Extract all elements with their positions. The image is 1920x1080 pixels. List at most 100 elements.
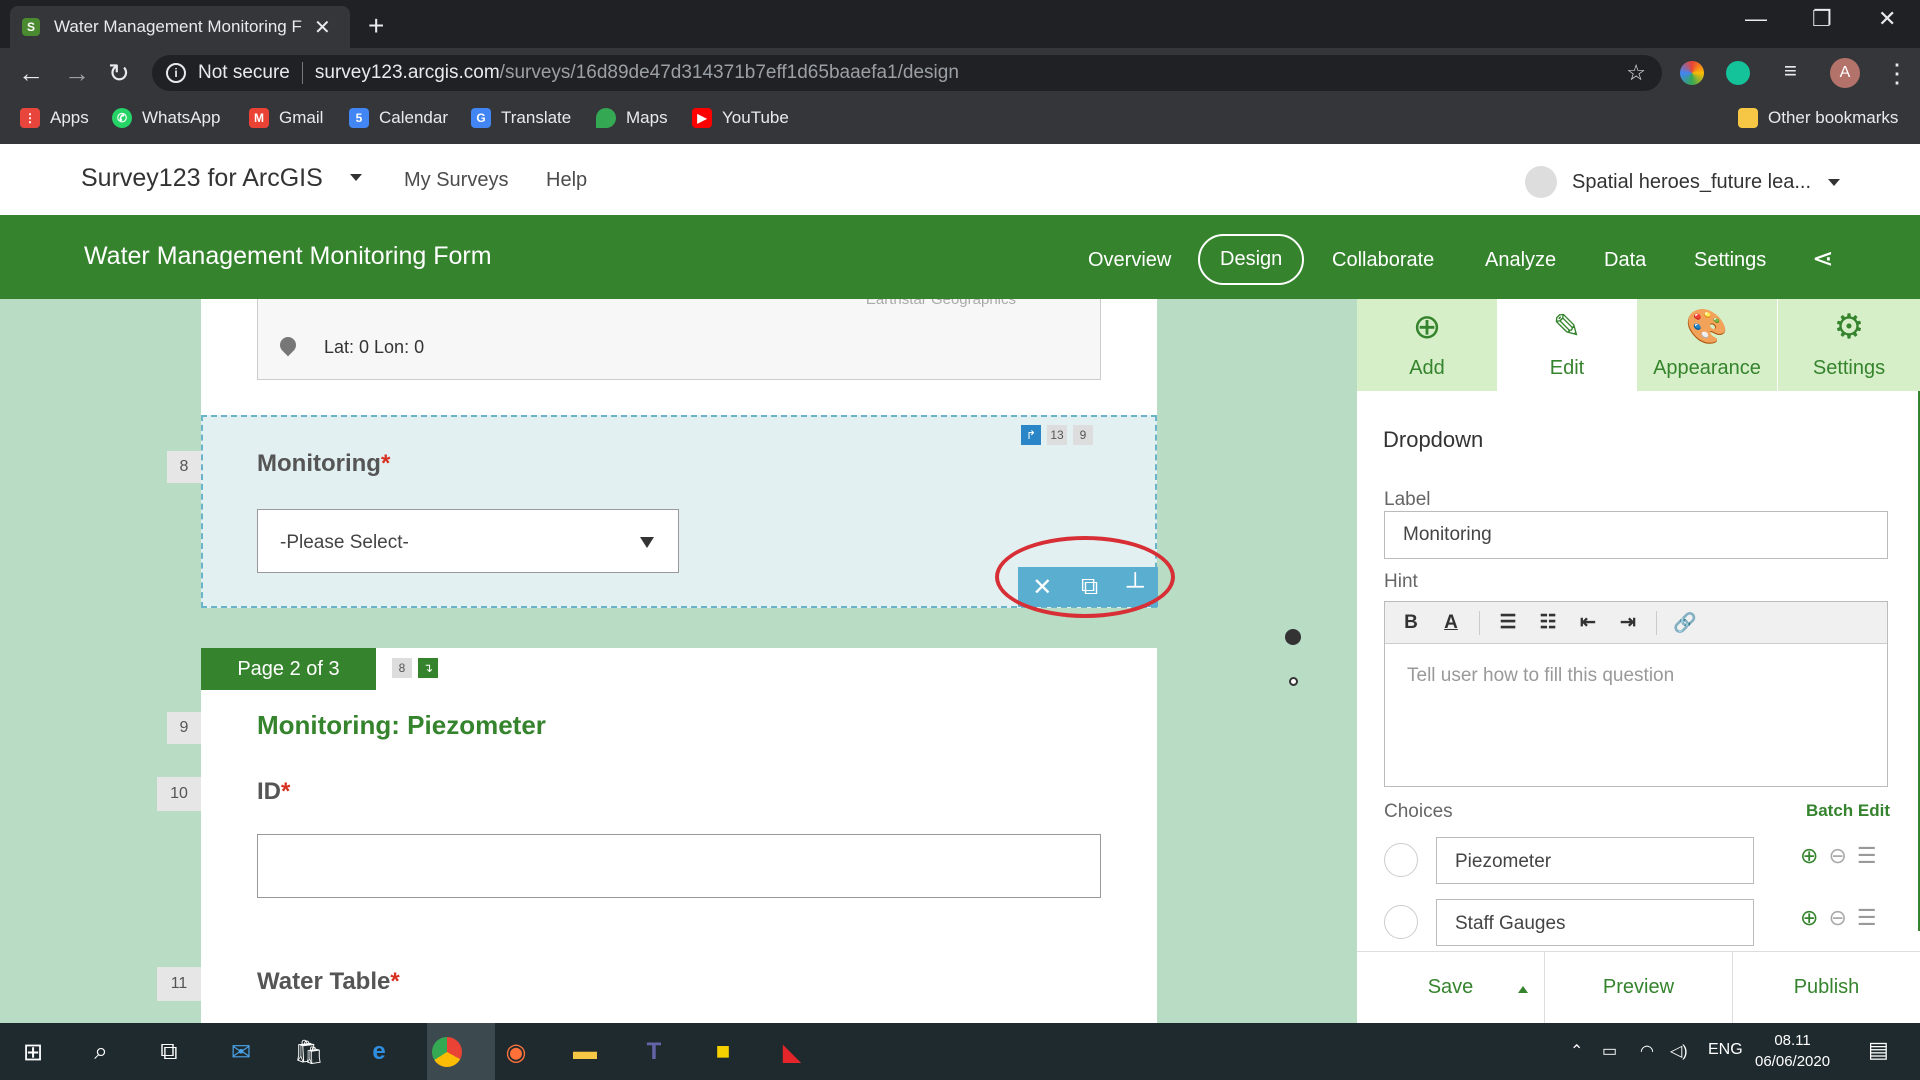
grammarly-extension-icon[interactable] [1726,61,1750,85]
pencil-icon: ✎ [1552,308,1582,346]
language-indicator[interactable]: ENG [1708,1041,1743,1059]
user-name[interactable]: Spatial heroes_future lea... [1572,171,1811,194]
store-icon[interactable]: 🛍 [290,1033,328,1071]
bookmark-calendar[interactable]: 5 Calendar [349,108,448,128]
hint-editor[interactable]: B A ☰ ☷ ⇤ ⇥ 🔗 Tell user how to fill this… [1384,601,1888,787]
user-avatar[interactable] [1525,166,1557,198]
brand-caret-down-icon[interactable] [350,174,362,181]
chrome-icon[interactable] [428,1033,466,1071]
question-badges: ↱ 13 9 [1021,425,1093,445]
panel-tab-add[interactable]: ⊕ Add [1357,299,1497,391]
remove-choice-icon[interactable]: ⊖ [1828,843,1846,869]
tab-data[interactable]: Data [1604,249,1646,272]
forward-icon[interactable]: → [64,58,90,89]
id-text-input[interactable] [257,834,1101,898]
indent-icon[interactable]: ⇥ [1610,608,1646,638]
font-color-icon[interactable]: A [1433,608,1469,638]
nav-help[interactable]: Help [546,169,587,192]
reload-icon[interactable]: ↻ [108,58,130,89]
maps-pin-icon [596,108,616,128]
profile-avatar[interactable]: A [1830,58,1860,88]
restore-button[interactable]: ❐ [1812,6,1832,32]
app-brand[interactable]: Survey123 for ArcGIS [81,164,323,193]
back-icon[interactable]: ← [18,58,44,89]
notifications-icon[interactable]: ▤ [1868,1037,1889,1063]
preview-button[interactable]: Preview [1545,952,1733,1023]
bold-icon[interactable]: B [1393,608,1429,638]
new-tab-button[interactable]: + [368,10,384,42]
system-clock[interactable]: 08.11 06/06/2020 [1755,1030,1830,1072]
firefox-icon[interactable]: ◉ [497,1033,535,1071]
drag-handle-icon[interactable]: ☰ [1857,905,1877,931]
edge-icon[interactable]: e [360,1033,398,1071]
panel-tab-settings[interactable]: ⚙ Settings [1778,299,1920,391]
choice-input[interactable]: Piezometer [1436,837,1754,884]
link-icon[interactable]: 🔗 [1667,608,1703,638]
teams-icon[interactable]: T [635,1033,673,1071]
remove-choice-icon[interactable]: ⊖ [1828,905,1846,931]
save-options-caret-icon[interactable] [1518,986,1528,993]
wifi-icon[interactable]: ◠ [1640,1041,1654,1061]
minimize-button[interactable]: — [1745,6,1767,32]
close-window-button[interactable]: ✕ [1878,6,1896,32]
pagination-dot-active[interactable] [1285,629,1301,645]
bookmark-youtube[interactable]: ▶ YouTube [692,108,789,128]
tab-analyze[interactable]: Analyze [1485,249,1556,272]
choice-default-radio[interactable] [1384,905,1418,939]
tab-settings[interactable]: Settings [1694,249,1766,272]
share-icon[interactable]: ⋖ [1812,243,1834,274]
user-caret-down-icon[interactable] [1828,179,1840,186]
browser-menu-icon[interactable]: ⋮ [1884,58,1910,89]
tab-collaborate[interactable]: Collaborate [1332,249,1434,272]
monitoring-dropdown[interactable]: -Please Select- [257,509,679,573]
task-view-icon[interactable]: ⧉ [150,1033,188,1071]
battery-icon[interactable]: ▭ [1602,1041,1617,1061]
mail-icon[interactable]: ✉ [222,1033,260,1071]
volume-icon[interactable]: ◁) [1670,1041,1688,1061]
tab-design[interactable]: Design [1198,234,1305,285]
omnibox[interactable]: i Not secure survey123.arcgis.com/survey… [152,55,1662,91]
bookmark-apps[interactable]: ⋮ Apps [20,108,89,128]
info-icon[interactable]: i [166,63,186,83]
page-jump-icon[interactable]: ↴ [418,658,438,678]
extension-color-icon[interactable] [1680,61,1704,85]
windows-start-icon[interactable]: ⊞ [14,1033,52,1071]
choice-default-radio[interactable] [1384,843,1418,877]
search-icon[interactable]: ⌕ [82,1033,120,1071]
bookmark-translate[interactable]: G Translate [471,108,571,128]
save-label: Save [1427,976,1474,998]
nav-my-surveys[interactable]: My Surveys [404,169,508,192]
tray-expand-icon[interactable]: ⌃ [1570,1041,1583,1061]
tab-overview[interactable]: Overview [1088,249,1171,272]
bookmark-maps[interactable]: Maps [596,108,668,128]
panel-tab-edit[interactable]: ✎ Edit [1497,299,1637,391]
add-choice-icon[interactable]: ⊕ [1800,843,1818,869]
save-button[interactable]: Save [1357,952,1545,1023]
bookmark-star-icon[interactable]: ☆ [1626,60,1646,86]
outdent-icon[interactable]: ⇤ [1570,608,1606,638]
panel-tab-label: Edit [1549,357,1585,379]
browser-tab[interactable]: S Water Management Monitoring F ✕ [10,6,350,48]
choice-input[interactable]: Staff Gauges [1436,899,1754,946]
add-choice-icon[interactable]: ⊕ [1800,905,1818,931]
file-explorer-icon[interactable]: ▬ [566,1033,604,1071]
panel-tab-appearance[interactable]: 🎨 Appearance [1637,299,1777,391]
acrobat-icon[interactable]: ◣ [773,1033,811,1071]
panel-tab-label: Appearance [1653,357,1761,379]
bulleted-list-icon[interactable]: ☷ [1530,608,1566,638]
label-input[interactable]: Monitoring [1384,511,1888,559]
drag-handle-icon[interactable]: ☰ [1857,843,1877,869]
sticky-notes-icon[interactable]: ■ [704,1033,742,1071]
bookmark-gmail[interactable]: M Gmail [249,108,323,128]
logic-jump-icon[interactable]: ↱ [1021,425,1041,445]
numbered-list-icon[interactable]: ☰ [1490,608,1526,638]
tab-close-icon[interactable]: ✕ [314,15,331,40]
panel-tab-label: Settings [1812,357,1886,379]
pagination-dot[interactable] [1289,677,1298,686]
other-bookmarks[interactable]: Other bookmarks [1738,108,1898,128]
page-badges: 8 ↴ [392,658,438,678]
bookmark-whatsapp[interactable]: ✆ WhatsApp [112,108,220,128]
batch-edit-link[interactable]: Batch Edit [1806,801,1890,821]
publish-button[interactable]: Publish [1733,952,1920,1023]
media-control-icon[interactable]: ≡ [1784,58,1797,84]
